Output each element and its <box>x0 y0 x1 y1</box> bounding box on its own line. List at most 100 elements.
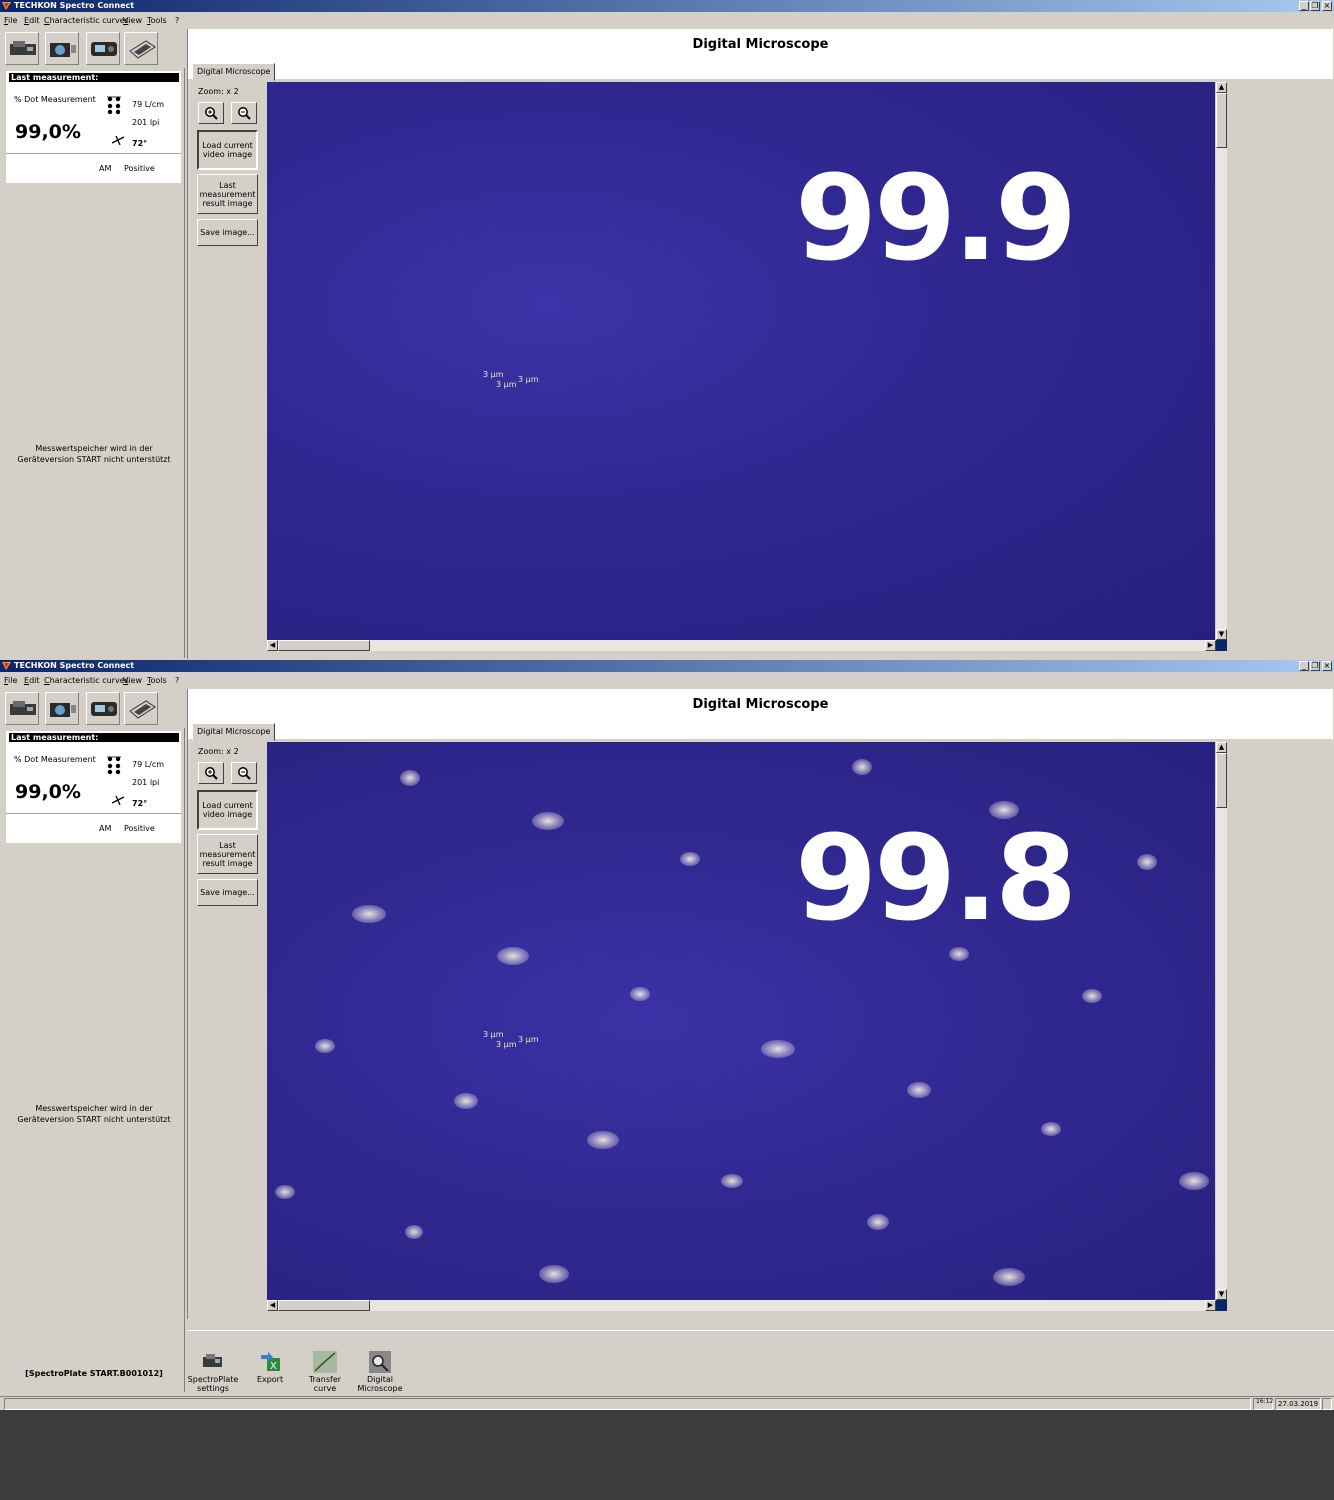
load-current-video-image-button[interactable]: Load current video image <box>197 130 258 170</box>
device-camera-button[interactable] <box>45 692 79 725</box>
save-image-button[interactable]: Save image... <box>197 219 258 246</box>
zoom-out-icon <box>238 107 251 120</box>
screen-angle: 72° <box>132 799 148 808</box>
page-title: Digital Microscope <box>188 689 1333 739</box>
halftone-dot <box>539 1265 569 1283</box>
halftone-dot <box>867 1214 889 1230</box>
scale-label-c: 3 µm <box>518 1035 539 1044</box>
vertical-scrollbar[interactable]: ▲ ▼ <box>1216 742 1227 1300</box>
halftone-dot <box>400 770 420 786</box>
close-button[interactable]: × <box>1322 661 1332 671</box>
right-panel: Digital Microscope Digital Microscope Zo… <box>187 29 1333 659</box>
export-icon: X <box>261 1352 280 1372</box>
status-bar: 16:12 27.03.2019 <box>0 1396 1334 1410</box>
digital-microscope-label: Digital Microscope <box>357 1375 403 1393</box>
menu-help[interactable]: ? <box>175 674 179 688</box>
minimize-button[interactable]: _ <box>1299 1 1309 11</box>
zoom-in-button[interactable] <box>198 102 224 124</box>
load-current-video-image-button[interactable]: Load current video image <box>197 790 258 830</box>
camera-device-icon <box>50 703 76 717</box>
storage-note-line2: Geräteversion START nicht unterstützt <box>17 1115 171 1124</box>
menu-characteristic-curves[interactable]: Characteristic curves <box>44 674 129 688</box>
restore-button[interactable]: ❐ <box>1310 1 1320 11</box>
menu-file[interactable]: File <box>4 674 17 688</box>
zoom-in-button[interactable] <box>198 762 224 784</box>
horizontal-scroll-thumb[interactable] <box>278 1300 370 1311</box>
screen-angle: 72° <box>132 139 148 148</box>
divider <box>6 813 181 814</box>
spectroplate-device-icon <box>10 41 36 55</box>
device-handheld-button[interactable] <box>86 692 120 725</box>
menu-characteristic-curves[interactable]: Characteristic curves <box>44 14 129 28</box>
horizontal-scrollbar[interactable]: ◀ ▶ <box>267 640 1216 651</box>
device-camera-button[interactable] <box>45 32 79 65</box>
menu-bar: File Edit Characteristic curves View Too… <box>0 674 1334 688</box>
scroll-left-icon[interactable]: ◀ <box>267 1300 278 1311</box>
minimize-button[interactable]: _ <box>1299 661 1309 671</box>
ruling-lcm: 79 L/cm <box>132 100 165 109</box>
transfer-curve-button[interactable]: Transfer curve <box>297 1351 353 1393</box>
export-button[interactable]: X Export <box>242 1351 298 1384</box>
tab-digital-microscope[interactable]: Digital Microscope <box>192 63 276 81</box>
vertical-scrollbar[interactable]: ▲ ▼ <box>1216 82 1227 640</box>
scroll-right-icon[interactable]: ▶ <box>1205 640 1216 651</box>
last-measurement-result-image-button[interactable]: Last measurement result image <box>197 834 258 874</box>
scroll-right-icon[interactable]: ▶ <box>1205 1300 1216 1311</box>
menu-bar: File Edit Characteristic curves View Too… <box>0 14 1334 28</box>
title-bar: TECHKON Spectro Connect _ ❐ × <box>0 660 1334 672</box>
transfer-curve-icon <box>313 1351 337 1373</box>
ruling-lcm: 79 L/cm <box>132 760 165 769</box>
device-scanner-button[interactable] <box>124 32 158 65</box>
horizontal-scrollbar[interactable]: ◀ ▶ <box>267 1300 1216 1311</box>
device-spectroplate-button[interactable] <box>5 692 39 725</box>
status-cell-main <box>4 1398 1251 1410</box>
page-title: Digital Microscope <box>188 29 1333 79</box>
zoom-out-button[interactable] <box>231 102 257 124</box>
scroll-up-icon[interactable]: ▲ <box>1216 742 1227 753</box>
device-handheld-button[interactable] <box>86 32 120 65</box>
menu-tools[interactable]: Tools <box>147 674 167 688</box>
scroll-left-icon[interactable]: ◀ <box>267 640 278 651</box>
microscope-image: 99.9 3 µm 3 µm 3 µm <box>267 82 1215 640</box>
vertical-scroll-thumb[interactable] <box>1216 753 1227 808</box>
spectroplate-settings-button[interactable]: SpectroPlate settings <box>185 1351 241 1393</box>
svg-text:X: X <box>270 1361 277 1372</box>
menu-tools[interactable]: Tools <box>147 14 167 28</box>
halftone-dot <box>275 1185 295 1199</box>
halftone-dot <box>352 905 386 923</box>
halftone-dot <box>949 947 969 961</box>
scroll-up-icon[interactable]: ▲ <box>1216 82 1227 93</box>
halftone-dot <box>852 759 872 775</box>
status-time: 16:12 <box>1253 1398 1273 1410</box>
last-measurement-result-image-button[interactable]: Last measurement result image <box>197 174 258 214</box>
menu-help[interactable]: ? <box>175 14 179 28</box>
horizontal-scroll-thumb[interactable] <box>278 640 370 651</box>
halftone-dot <box>993 1268 1025 1286</box>
spectroplate-settings-label: SpectroPlate settings <box>187 1375 239 1393</box>
spectroplate-device-icon <box>10 701 36 715</box>
zoom-out-button[interactable] <box>231 762 257 784</box>
menu-view[interactable]: View <box>123 674 142 688</box>
close-button[interactable]: × <box>1322 1 1332 11</box>
menu-edit[interactable]: Edit <box>24 14 40 28</box>
scroll-down-icon[interactable]: ▼ <box>1216 1289 1227 1300</box>
menu-view[interactable]: View <box>123 14 142 28</box>
measurement-mode: % Dot Measurement <box>14 95 96 104</box>
restore-button[interactable]: ❐ <box>1310 661 1320 671</box>
scanner-device-icon <box>129 40 156 59</box>
device-scanner-button[interactable] <box>124 692 158 725</box>
halftone-dot <box>532 812 564 830</box>
storage-note: Messwertspeicher wird in der Geräteversi… <box>3 443 185 465</box>
scale-label-a: 3 µm <box>483 370 504 379</box>
menu-edit[interactable]: Edit <box>24 674 40 688</box>
tab-digital-microscope[interactable]: Digital Microscope <box>192 723 276 741</box>
microscope-image: 99.8 3 µm 3 µm 3 µm <box>267 742 1215 1300</box>
device-spectroplate-button[interactable] <box>5 32 39 65</box>
polarity: Positive <box>124 824 155 833</box>
halftone-dot <box>454 1093 478 1109</box>
vertical-scroll-thumb[interactable] <box>1216 93 1227 148</box>
save-image-button[interactable]: Save image... <box>197 879 258 906</box>
menu-file[interactable]: File <box>4 14 17 28</box>
digital-microscope-button[interactable]: Digital Microscope <box>352 1351 408 1393</box>
scroll-down-icon[interactable]: ▼ <box>1216 629 1227 640</box>
